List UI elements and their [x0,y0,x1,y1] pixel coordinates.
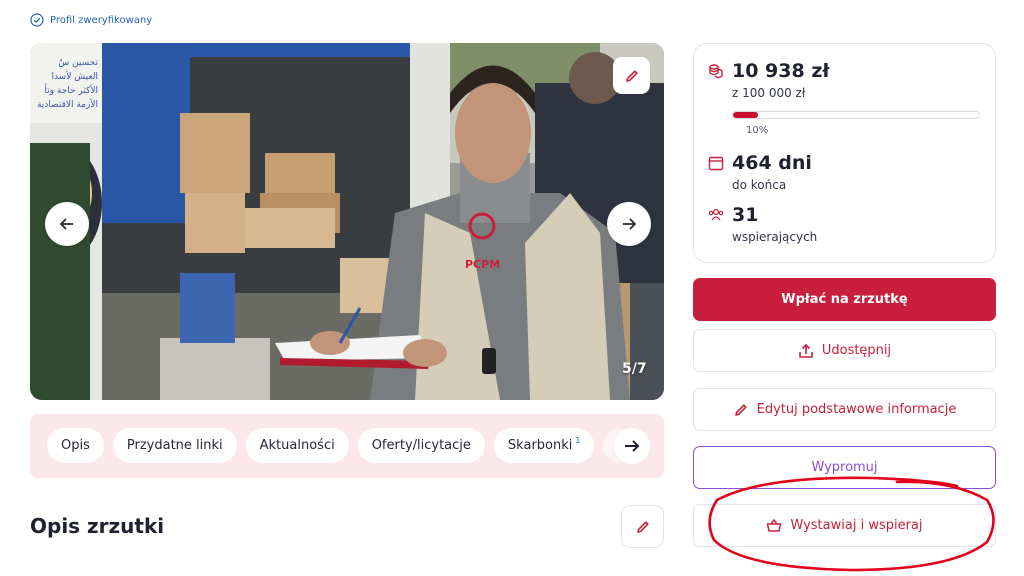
edit-basic-info-button[interactable]: Edytuj podstawowe informacje [693,388,996,431]
pencil-icon [625,69,638,82]
tab-label: Opis [61,438,90,453]
supporters-count: 31 [732,204,759,226]
edit-photo-button[interactable] [613,57,650,94]
share-label: Udostępnij [821,343,892,358]
arrow-left-icon [59,218,73,230]
tab-label: Skarbonki [507,438,573,453]
arrow-right-icon [623,218,637,230]
tab-label: Oferty/licytacje [371,438,471,453]
pencil-icon [734,403,747,416]
raised-stat: 10 938 zł z 100 000 zł [708,60,829,100]
photo-gallery[interactable]: تحسين سُ العيش لأسدا الأكثر حاجة وتأ الأ… [30,43,664,400]
days-left-label: do końca [732,178,787,192]
campaign-stats-card: 10 938 zł z 100 000 zł 10% 464 dni do ko… [693,43,996,263]
check-circle-icon [30,13,44,27]
photo-counter: 5/7 [622,361,647,377]
progress-fill [733,112,758,118]
supporters-label: wspierających [732,230,818,244]
section-title: Opis zrzutki [30,514,165,538]
arrow-right-icon [625,440,640,452]
raised-amount: 10 938 zł [732,60,830,82]
tab-przydatne-linki[interactable]: Przydatne linki [112,428,237,463]
supporters-stat: 31 wspierających [708,204,817,244]
share-icon [799,343,813,358]
calendar-icon [708,156,724,171]
share-button[interactable]: Udostępnij [693,329,996,372]
tabs-bar: Opis Przydatne linki Aktualności Oferty/… [30,414,664,478]
donate-button[interactable]: Wpłać na zrzutkę [693,278,996,321]
tab-label: Przydatne linki [126,438,223,453]
supporters-icon [708,208,724,221]
tab-oferty-licytacje[interactable]: Oferty/licytacje [357,428,485,463]
coins-icon [709,64,723,79]
tab-badge: 1 [575,436,581,445]
sell-and-support-button[interactable]: Wystawiaj i wspieraj [693,504,996,547]
tab-label: Aktualności [259,438,335,453]
next-photo-button[interactable] [607,202,651,246]
tab-opis[interactable]: Opis [47,428,104,463]
tab-skarbonki[interactable]: Skarbonki 1 [493,428,595,463]
vest-logo-text: PCPM [465,258,500,271]
banner-text-line: تحسين سُ [58,58,98,68]
pencil-icon [636,520,649,533]
basket-icon [767,518,782,532]
tab-aktualnosci[interactable]: Aktualności [245,428,349,463]
progress-label: 10% [746,125,769,136]
tabs-scroll-right-button[interactable] [614,428,650,464]
goal-amount: z 100 000 zł [732,86,806,100]
progress-bar [732,111,980,119]
banner-text-line: الأزمة الاقتصادية [37,98,98,110]
days-left: 464 dni [732,152,812,174]
previous-photo-button[interactable] [45,202,89,246]
campaign-photo: تحسين سُ العيش لأسدا الأكثر حاجة وتأ الأ… [30,43,664,400]
banner-text-line: العيش لأسدا [51,70,98,82]
promote-button[interactable]: Wypromuj [693,446,996,489]
sell-and-support-label: Wystawiaj i wspieraj [790,518,923,533]
promote-label: Wypromuj [811,460,878,475]
donate-label: Wpłać na zrzutkę [781,292,908,307]
verified-label: Profil zweryfikowany [50,14,153,26]
edit-basic-info-label: Edytuj podstawowe informacje [756,402,957,417]
edit-description-button[interactable] [621,505,664,548]
verified-badge: Profil zweryfikowany [30,13,152,27]
days-stat: 464 dni do końca [708,152,812,192]
